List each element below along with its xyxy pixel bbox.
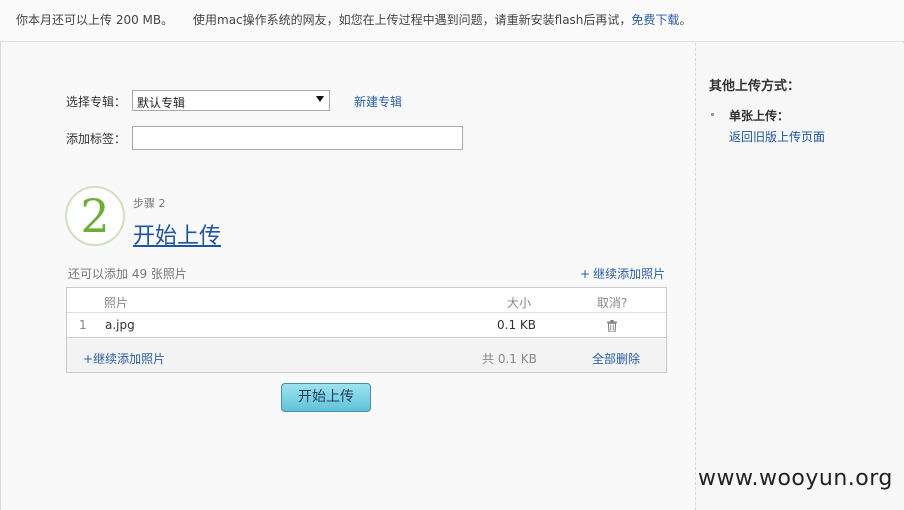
mac-notice-text: 使用mac操作系统的网友，如您在上传过程中遇到问题，请重新安装flash后再试，	[193, 13, 632, 27]
plus-icon: +	[580, 267, 591, 281]
total-size: 共 0.1 KB	[482, 352, 537, 366]
mac-notice-suffix: 。	[679, 13, 692, 27]
step-title: 开始上传	[133, 224, 222, 249]
trash-icon[interactable]	[607, 320, 617, 332]
new-album-link[interactable]: 新建专辑	[354, 93, 402, 110]
upload-queue-table: 照片 大小 取消? 1 a.jpg 0.1 KB +继续添加照片 共 0.1 K…	[66, 287, 667, 373]
step-label: 步骤 2	[133, 197, 166, 210]
column-cancel: 取消?	[597, 296, 628, 310]
mac-notice: 使用mac操作系统的网友，如您在上传过程中遇到问题，请重新安装flash后再试，…	[193, 11, 691, 28]
old-version-link[interactable]: 返回旧版上传页面	[729, 128, 825, 145]
step-number: 2	[80, 189, 110, 243]
table-footer: +继续添加照片 共 0.1 KB 全部删除	[67, 339, 666, 372]
table-row: 1 a.jpg 0.1 KB	[67, 313, 666, 338]
row-size: 0.1 KB	[497, 318, 536, 332]
column-size: 大小	[507, 296, 532, 310]
sidebar-panel	[695, 43, 904, 510]
album-label: 选择专辑：	[66, 95, 127, 109]
remaining-count: 还可以添加 49 张照片	[68, 267, 187, 281]
quota-text: 你本月还可以上传 200 MB。	[16, 13, 174, 27]
column-photo: 照片	[104, 296, 129, 310]
plus-icon: +	[83, 352, 94, 366]
table-header: 照片 大小 取消?	[67, 288, 666, 313]
album-select-value: 默认专辑	[137, 96, 186, 110]
bullet-icon	[711, 113, 714, 116]
free-download-link[interactable]: 免费下载	[631, 13, 679, 27]
single-upload-label: 单张上传：	[729, 109, 790, 123]
tag-input[interactable]	[132, 126, 463, 150]
delete-all-link[interactable]: 全部删除	[592, 350, 640, 367]
add-more-label: 继续添加照片	[93, 352, 166, 366]
watermark: www.wooyun.org	[698, 466, 893, 491]
album-select[interactable]: 默认专辑	[132, 90, 330, 111]
top-notice-bar: 你本月还可以上传 200 MB。 使用mac操作系统的网友，如您在上传过程中遇到…	[0, 0, 904, 42]
start-upload-button[interactable]: 开始上传	[281, 383, 371, 412]
step-number-badge: 2	[65, 186, 125, 246]
add-more-label: 继续添加照片	[593, 267, 666, 281]
add-more-photos-link-bottom[interactable]: +继续添加照片	[83, 350, 165, 367]
row-index: 1	[79, 318, 87, 332]
tag-label: 添加标签：	[66, 132, 127, 146]
add-more-photos-link-top[interactable]: + 继续添加照片	[580, 265, 665, 282]
row-filename: a.jpg	[105, 318, 135, 332]
sidebar-title: 其他上传方式：	[709, 79, 801, 94]
dropdown-arrow-icon	[316, 96, 324, 102]
